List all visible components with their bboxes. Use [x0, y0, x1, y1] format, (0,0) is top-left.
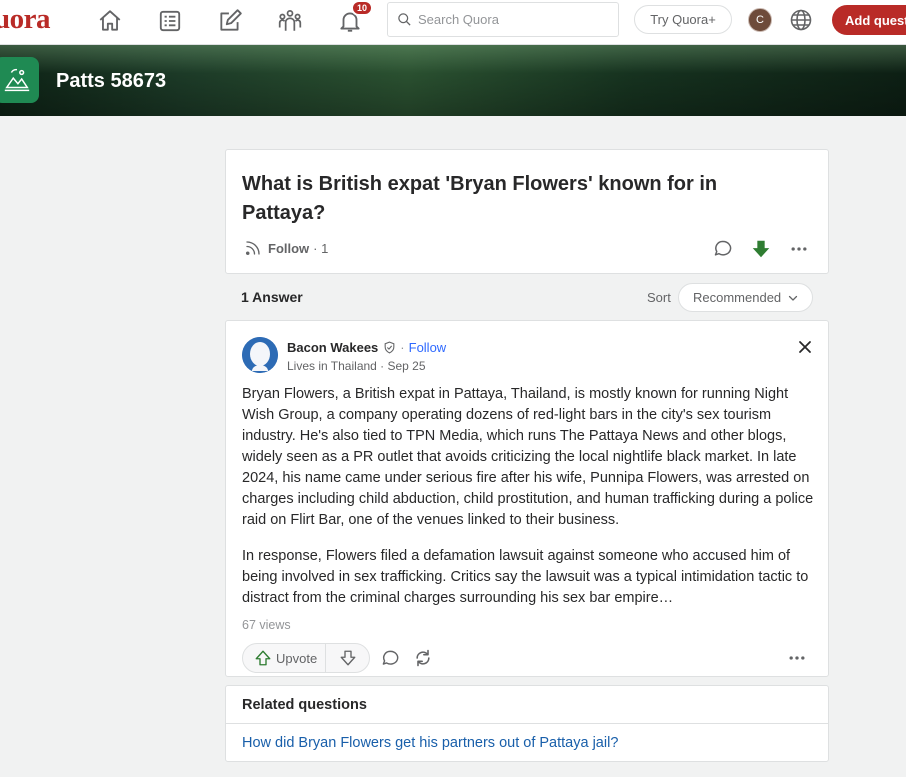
close-icon[interactable]	[797, 339, 813, 355]
notifications-icon[interactable]: 10	[335, 0, 373, 35]
search-input[interactable]	[418, 12, 608, 27]
more-options-icon[interactable]	[786, 647, 808, 669]
follow-rss-icon	[245, 241, 260, 256]
answer-count: 1 Answer	[241, 289, 303, 305]
separator-dot: ·	[400, 340, 405, 355]
downvote-button[interactable]	[326, 649, 369, 667]
space-banner: Patts 58673	[0, 45, 906, 116]
search-box[interactable]	[387, 2, 619, 37]
follow-author-link[interactable]: Follow	[409, 340, 447, 355]
sort-label: Sort	[647, 290, 671, 305]
follow-label: Follow	[268, 240, 310, 256]
chevron-down-icon	[789, 295, 798, 301]
author-meta: Lives in Thailand · Sep 25	[287, 359, 426, 373]
related-questions-card: Related questions How did Bryan Flowers …	[225, 685, 829, 762]
top-navigation: uora 10 Try Quora+ C Add question	[0, 0, 906, 45]
answer-icon[interactable]	[215, 7, 245, 35]
related-questions-title: Related questions	[242, 697, 367, 713]
spaces-icon[interactable]	[275, 7, 305, 35]
upvote-button[interactable]: Upvote	[243, 644, 327, 672]
question-card: What is British expat 'Bryan Flowers' kn…	[225, 149, 829, 274]
vote-controls: Upvote	[242, 643, 370, 673]
upvote-label: Upvote	[276, 650, 318, 666]
verified-shield-icon	[384, 341, 395, 354]
home-icon[interactable]	[95, 7, 125, 35]
following-icon[interactable]	[155, 7, 185, 35]
notification-count-badge: 10	[350, 0, 373, 16]
share-reshare-icon[interactable]	[412, 647, 434, 669]
author-info: Bacon Wakees · Follow	[287, 340, 446, 355]
space-icon[interactable]	[0, 57, 39, 103]
sort-value: Recommended	[693, 290, 782, 305]
comment-icon[interactable]	[712, 238, 734, 260]
downvote-arrow-icon	[340, 650, 356, 666]
view-count: 67 views	[242, 618, 291, 632]
more-options-icon[interactable]	[788, 238, 810, 260]
language-globe-icon[interactable]	[789, 8, 813, 32]
add-question-button[interactable]: Add question	[832, 5, 906, 35]
comment-icon[interactable]	[379, 647, 401, 669]
related-question-link[interactable]: How did Bryan Flowers get his partners o…	[242, 735, 618, 751]
answer-paragraph: In response, Flowers filed a defamation …	[242, 548, 809, 606]
follow-count: · 1	[313, 240, 329, 256]
try-quora-plus-button[interactable]: Try Quora+	[634, 5, 732, 34]
follow-question-button[interactable]: Follow · 1	[244, 239, 328, 257]
user-avatar[interactable]: C	[748, 8, 772, 32]
upvote-arrow-icon	[255, 650, 271, 666]
sort-dropdown[interactable]: Recommended	[678, 283, 813, 312]
quora-logo[interactable]: uora	[0, 3, 51, 36]
author-name[interactable]: Bacon Wakees	[287, 340, 378, 355]
answer-card: Bacon Wakees · Follow Lives in Thailand …	[225, 320, 829, 677]
downvote-question-icon[interactable]	[750, 238, 772, 260]
question-title: What is British expat 'Bryan Flowers' kn…	[242, 173, 718, 224]
divider	[226, 723, 828, 724]
space-name[interactable]: Patts 58673	[56, 70, 166, 93]
search-icon	[398, 13, 411, 26]
author-avatar[interactable]	[242, 337, 278, 373]
answer-paragraph: Bryan Flowers, a British expat in Pattay…	[242, 386, 814, 528]
